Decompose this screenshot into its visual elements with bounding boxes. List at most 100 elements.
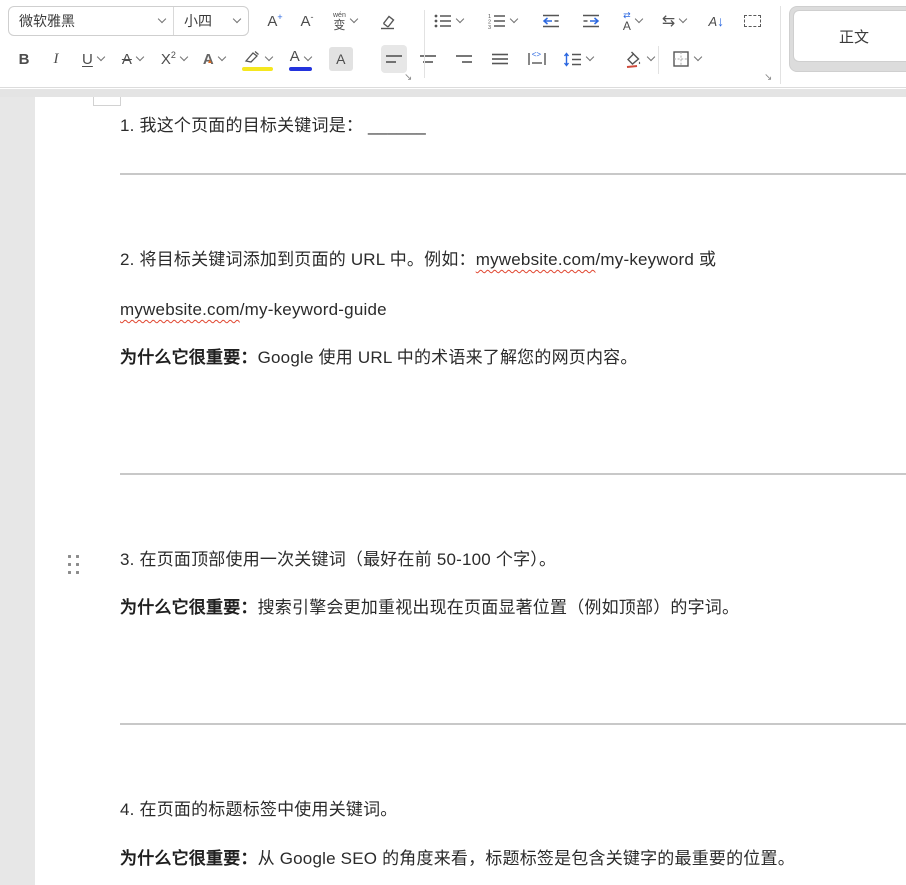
phonetic-guide-button[interactable]: wén 变 [329,7,361,35]
chevron-down-icon [180,53,188,61]
line-spacing-button[interactable] [559,45,597,73]
toolbar-row-1: 微软雅黑 小四 A+ A- wén 变 [8,5,765,37]
distributed-button[interactable]: <> [523,45,551,73]
document-background-strip [0,89,906,97]
borders-button[interactable] [668,45,705,73]
font-dialog-launcher[interactable]: ↘ [404,72,412,83]
phonetic-guide-icon: wén 变 [333,12,346,31]
font-controls: 微软雅黑 小四 [8,6,249,36]
align-right-button[interactable] [451,45,477,73]
sort-icon: A ↓ [708,13,724,29]
word-processor-window: 微软雅黑 小四 A+ A- wén 变 [0,0,906,885]
style-item-label: 正文 [839,26,869,47]
shading-button[interactable] [619,45,658,73]
strikethrough-button[interactable]: A [118,45,147,73]
dashed-frame-icon [744,15,761,27]
style-item-normal[interactable]: 正文 [793,10,906,62]
doc-divider [120,173,906,175]
doc-line-item2-why[interactable]: 为什么它很重要：Google 使用 URL 中的术语来了解您的网页内容。 [120,345,902,371]
swap-arrows-icon: ⇆ [662,11,675,31]
text-direction-button[interactable]: ⇄ A [619,7,646,35]
justify-button[interactable] [487,45,513,73]
paragraph-drag-handle-icon[interactable] [68,555,81,579]
bold-button[interactable]: B [12,45,36,73]
chevron-down-icon [304,53,312,61]
page-top-handle[interactable] [93,97,121,106]
bullet-list-button[interactable] [429,7,467,35]
chevron-down-icon [217,53,225,61]
chevron-down-icon [456,15,464,23]
chevron-down-icon [158,15,166,23]
superscript-icon: X2 [161,50,176,68]
numbered-list-icon: 1 2 3 [487,13,506,29]
document-page[interactable]: 1. 我这个页面的目标关键词是： ______ 2. 将目标关键词添加到页面的 … [35,97,906,885]
highlight-color-swatch [242,67,273,71]
highlight-color-button[interactable] [239,45,276,73]
clear-formatting-button[interactable] [373,7,401,35]
decrease-indent-button[interactable] [537,7,565,35]
doc-line-item2-1[interactable]: 2. 将目标关键词添加到页面的 URL 中。例如：mywebsite.com/m… [120,247,902,273]
chevron-down-icon [350,15,358,23]
font-color-icon: A [290,48,300,65]
numbered-list-button[interactable]: 2 1 2 3 [477,7,521,35]
font-color-button[interactable]: A [286,45,315,73]
align-left-button[interactable] [381,45,407,73]
doc-line-item4[interactable]: 4. 在页面的标题标签中使用关键词。 [120,797,902,823]
chevron-down-icon [264,53,272,61]
decrease-font-size-button[interactable]: A- [295,7,319,35]
chevron-down-icon [510,15,518,23]
align-center-button[interactable] [415,45,441,73]
doc-line-item1[interactable]: 1. 我这个页面的目标关键词是： ______ [120,113,902,139]
paint-bucket-icon [623,50,643,69]
align-left-icon [385,52,403,66]
justify-icon [491,52,509,66]
align-center-icon [419,52,437,66]
doc-line-item3-why[interactable]: 为什么它很重要：搜索引擎会更加重视出现在页面显著位置（例如顶部）的字词。 [120,595,902,621]
tab-ruler-button[interactable] [740,7,765,35]
formatting-toolbar: 微软雅黑 小四 A+ A- wén 变 [0,0,906,88]
font-color-swatch [289,67,312,71]
underline-button[interactable]: U [78,45,108,73]
wrap-toggle-button[interactable]: ⇆ [658,7,690,35]
text-effects-icon: A ▲ [203,51,214,68]
chevron-down-icon [679,15,687,23]
spellcheck-flagged-text: mywebsite.com [120,300,240,319]
eraser-icon [377,11,397,31]
font-name-value: 微软雅黑 [19,11,157,31]
bullet-list-icon [433,13,452,29]
superscript-button[interactable]: X2 [157,45,191,73]
chevron-down-icon [586,53,594,61]
increase-indent-icon [581,13,601,29]
grow-font-icon: A+ [267,12,282,30]
font-size-select[interactable]: 小四 [174,7,248,35]
paragraph-dialog-launcher[interactable]: ↘ [764,72,772,83]
strikethrough-icon: A [122,51,132,68]
toolbar-row-2: B I U A X2 A ▲ [8,43,705,75]
chevron-down-icon [136,53,144,61]
character-shading-icon: A [329,47,353,71]
character-shading-button[interactable]: A [325,45,357,73]
shrink-font-icon: A- [300,12,313,30]
svg-text:3: 3 [488,25,491,29]
sort-button[interactable]: A ↓ [704,7,728,35]
font-name-select[interactable]: 微软雅黑 [9,7,173,35]
chevron-down-icon [647,53,655,61]
italic-icon: I [54,51,59,68]
chevron-down-icon [635,15,643,23]
doc-line-item4-why[interactable]: 为什么它很重要：从 Google SEO 的角度来看，标题标签是包含关键字的最重… [120,846,902,872]
toolbar-divider [658,46,659,74]
doc-line-item2-2[interactable]: mywebsite.com/my-keyword-guide [120,297,902,323]
align-right-icon [455,52,473,66]
decrease-indent-icon [541,13,561,29]
text-direction-icon: ⇄ A [623,11,631,32]
style-gallery: 正文 [789,6,906,72]
toolbar-divider [424,10,425,78]
highlighter-icon [243,51,261,63]
spellcheck-flagged-text: mywebsite.com [476,250,596,269]
increase-font-size-button[interactable]: A+ [263,7,287,35]
doc-line-item3[interactable]: 3. 在页面顶部使用一次关键词（最好在前 50-100 个字）。 [120,547,902,573]
italic-button[interactable]: I [44,45,68,73]
increase-indent-button[interactable] [577,7,605,35]
text-effects-button[interactable]: A ▲ [199,45,229,73]
doc-divider [120,723,906,725]
